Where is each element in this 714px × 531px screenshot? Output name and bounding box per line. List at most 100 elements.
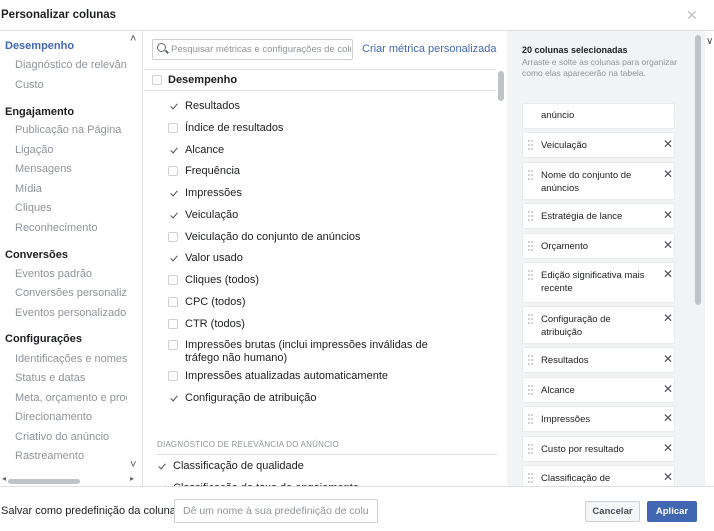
metric-row[interactable]: Impressões [168,186,458,202]
nav-item-goal-budget[interactable]: Meta, orçamento e programação [15,392,127,404]
metric-checkbox[interactable] [168,319,178,329]
metric-row[interactable]: Índice de resultados [168,121,458,137]
close-icon[interactable]: ✕ [686,7,698,23]
metric-checkbox[interactable] [168,297,178,307]
nav-section-desempenho[interactable]: Desempenho [5,40,74,52]
metric-row[interactable]: Configuração de atribuição [168,391,458,407]
drag-handle-icon[interactable] [528,355,533,366]
metric-row[interactable]: Impressões atualizadas automaticamente [168,369,458,385]
remove-column-icon[interactable]: ✕ [663,138,673,150]
metric-checkbox[interactable] [168,145,178,155]
scroll-right-icon[interactable]: ▸ [130,474,134,483]
metric-checkbox[interactable] [168,210,178,220]
drag-handle-icon[interactable] [528,473,533,484]
nav-item-page-post[interactable]: Publicação na Página [15,124,127,136]
nav-item-custom-events[interactable]: Eventos personalizados [15,307,127,319]
search-input[interactable] [171,42,351,57]
drag-handle-icon[interactable] [528,170,533,181]
selected-column-item[interactable]: Nome do conjunto de anúncios ✕ [522,162,675,200]
nav-item-messages[interactable]: Mensagens [15,163,127,175]
remove-column-icon[interactable]: ✕ [663,268,673,280]
metric-row[interactable]: Resultados [168,99,458,115]
remove-column-icon[interactable]: ✕ [663,209,673,221]
nav-section-conversoes[interactable]: Conversões [5,249,68,261]
search-box[interactable] [152,39,353,60]
remove-column-icon[interactable]: ✕ [663,312,673,324]
nav-horizontal-scrollbar[interactable]: ◂ ▸ [2,474,138,485]
nav-item-targeting[interactable]: Direcionamento [15,411,127,423]
remove-column-icon[interactable]: ✕ [663,168,673,180]
selected-column-item[interactable]: Impressões ✕ [522,406,675,432]
drag-handle-icon[interactable] [528,414,533,425]
selected-columns-scrollbar[interactable] [695,35,701,305]
nav-item-ad-creative[interactable]: Criativo do anúncio [15,431,127,443]
remove-column-icon[interactable]: ✕ [663,239,673,251]
metric-checkbox[interactable] [168,371,178,381]
apply-button[interactable]: Aplicar [647,501,697,522]
performance-section-header[interactable]: Desempenho [144,69,496,91]
selected-column-item[interactable]: Alcance ✕ [522,377,675,403]
metric-checkbox[interactable] [168,253,178,263]
drag-handle-icon[interactable] [528,140,533,151]
metric-checkbox[interactable] [168,166,178,176]
remove-column-icon[interactable]: ✕ [663,353,673,365]
selected-column-item[interactable]: Configuração de atribuição ✕ [522,306,675,344]
selected-column-item[interactable]: Resultados ✕ [522,347,675,373]
metric-checkbox[interactable] [168,101,178,111]
metric-row[interactable]: CTR (todos) [168,317,458,333]
nav-item-awareness[interactable]: Reconhecimento [15,222,127,234]
nav-item-tracking[interactable]: Rastreamento [15,450,127,462]
selected-column-item[interactable]: Estratégia de lance ✕ [522,203,675,229]
create-custom-metric-link[interactable]: Criar métrica personalizada [362,43,497,55]
metric-row[interactable]: CPC (todos) [168,295,458,311]
metric-row[interactable]: Veiculação [168,208,458,224]
drag-handle-icon[interactable] [528,444,533,455]
nav-item-status-dates[interactable]: Status e datas [15,372,127,384]
scroll-left-icon[interactable]: ◂ [2,474,6,483]
chevron-up-icon[interactable]: ˄ [130,33,136,45]
nav-item-cost[interactable]: Custo [15,79,127,91]
remove-column-icon[interactable]: ✕ [663,442,673,454]
metric-row[interactable]: Veiculação do conjunto de anúncios [168,230,458,246]
scrollbar-thumb[interactable] [8,479,80,484]
nav-item-ids-names[interactable]: Identificações e nomes de objetos [15,353,127,365]
nav-item-call[interactable]: Ligação [15,144,127,156]
metric-checkbox[interactable] [168,275,178,285]
selected-column-item[interactable]: anúncio [522,103,675,129]
nav-item-clicks[interactable]: Cliques [15,202,127,214]
metric-checkbox[interactable] [156,461,166,471]
remove-column-icon[interactable]: ✕ [663,383,673,395]
chevron-down-icon[interactable]: ˅ [130,459,136,471]
preset-name-input[interactable] [174,499,378,523]
performance-select-all-checkbox[interactable] [152,75,162,85]
drag-handle-icon[interactable] [528,211,533,222]
remove-column-icon[interactable]: ✕ [663,412,673,424]
nav-item-standard-events[interactable]: Eventos padrão [15,268,127,280]
relevance-metric-row[interactable]: Classificação de qualidade [156,459,446,475]
nav-item-custom-conversions[interactable]: Conversões personalizadas [15,287,127,299]
cancel-button[interactable]: Cancelar [585,501,640,522]
selected-column-item[interactable]: Classificação de qualidade ✕ [522,465,675,486]
metric-checkbox[interactable] [168,393,178,403]
selected-column-item[interactable]: Orçamento ✕ [522,233,675,259]
selected-column-item[interactable]: Edição significativa mais recente ✕ [522,262,675,303]
selected-column-item[interactable]: Custo por resultado ✕ [522,436,675,462]
drag-handle-icon[interactable] [528,385,533,396]
remove-column-icon[interactable]: ✕ [663,471,673,483]
metric-row[interactable]: Impressões brutas (inclui impressões inv… [168,338,458,364]
metric-checkbox[interactable] [168,232,178,242]
metric-row[interactable]: Valor usado [168,251,458,267]
drag-handle-icon[interactable] [528,241,533,252]
metric-checkbox[interactable] [168,123,178,133]
nav-section-configuracoes[interactable]: Configurações [5,333,82,345]
metric-checkbox[interactable] [168,340,178,350]
metric-row[interactable]: Cliques (todos) [168,273,458,289]
nav-item-relevance-diagnostic[interactable]: Diagnóstico de relevância [15,59,127,71]
metric-row[interactable]: Alcance [168,143,458,159]
drag-handle-icon[interactable] [528,314,533,325]
metrics-scrollbar[interactable] [498,71,504,101]
metric-checkbox[interactable] [168,188,178,198]
selected-column-item[interactable]: Veiculação ✕ [522,132,675,158]
drag-handle-icon[interactable] [528,270,533,281]
nav-section-engajamento[interactable]: Engajamento [5,106,74,118]
